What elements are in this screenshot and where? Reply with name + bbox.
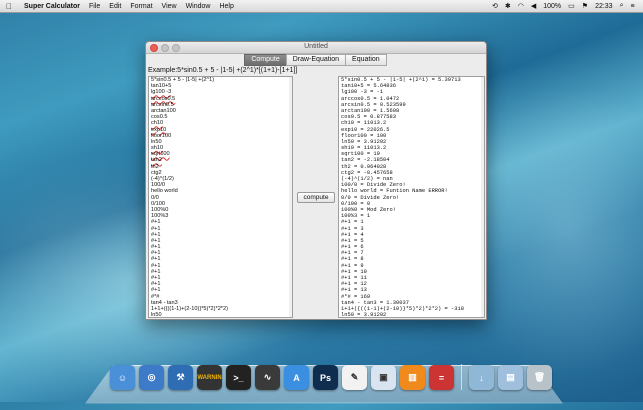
spotlight-icon[interactable]: ⌕ (620, 2, 624, 10)
output-line: ln50 = 3.91202 (341, 312, 387, 318)
dock-trash-icon[interactable]: 🗑 (527, 365, 552, 390)
tab-draw-equation[interactable]: Draw-Equation (285, 54, 347, 66)
window-title: Untitled (304, 43, 328, 50)
dock-separator (461, 364, 462, 390)
wifi-icon[interactable]: ◠ (518, 2, 524, 10)
dock-xcode-icon[interactable]: ⚒ (168, 365, 193, 390)
dock-activity-monitor-icon[interactable]: ∿ (255, 365, 280, 390)
time-machine-icon[interactable]: ⟲ (492, 2, 498, 10)
menu-help[interactable]: Help (219, 3, 233, 10)
dock-ibooks-icon[interactable]: ▥ (400, 365, 425, 390)
menu-file[interactable]: File (89, 3, 100, 10)
clock[interactable]: 22:33 (595, 3, 613, 10)
dock-finder-icon[interactable]: ☺ (110, 365, 135, 390)
dock-textedit-icon[interactable]: ✎ (342, 365, 367, 390)
menu-view[interactable]: View (162, 3, 177, 10)
calculator-window: Untitled Compute Draw-Equation Equation … (145, 41, 487, 320)
dock-super-calculator-icon[interactable]: = (429, 365, 454, 390)
tab-compute[interactable]: Compute (244, 54, 287, 66)
menu-app-name[interactable]: Super Calculator (24, 3, 80, 10)
input-scrollbar[interactable] (289, 77, 292, 317)
dock-downloads-icon[interactable]: ↓ (469, 365, 494, 390)
tab-equation[interactable]: Equation (345, 54, 387, 66)
dock-terminal-icon[interactable]: >_ (226, 365, 251, 390)
menu-window[interactable]: Window (186, 3, 211, 10)
window-titlebar[interactable]: Untitled (146, 42, 486, 54)
dock: ☺ ◎ ⚒ WARNIN >_ ∿ A Ps ✎ ▣ ▥ = ↓ ▤ 🗑 (110, 364, 552, 390)
flag-icon[interactable]: ⚑ (582, 2, 588, 10)
menubar:  Super Calculator File Edit Format View… (0, 0, 643, 13)
apple-menu-icon[interactable]:  (6, 2, 16, 11)
dock-photoshop-icon[interactable]: Ps (313, 365, 338, 390)
battery-icon[interactable]: ▭ (568, 2, 575, 10)
input-text-area[interactable]: 5*sin0.5 + 5 - |1-5| +(2^1) tan10+5 lg100 … (148, 76, 293, 318)
notification-center-icon[interactable]: ≡ (631, 3, 635, 10)
compute-button[interactable]: compute (297, 192, 335, 203)
example-label: Example:5*sin0.5 + 5 - |1-5| +(2^1)*[(1+… (148, 67, 298, 74)
volume-icon[interactable]: ◀ (531, 2, 536, 10)
bluetooth-icon[interactable]: ✱ (505, 2, 511, 10)
dock-console-icon[interactable]: WARNIN (197, 365, 222, 390)
output-scrollbar[interactable] (481, 77, 484, 317)
battery-percent[interactable]: 100% (543, 3, 561, 10)
menu-edit[interactable]: Edit (109, 3, 121, 10)
tab-bar: Compute Draw-Equation Equation (146, 54, 486, 66)
dock-preview-icon[interactable]: ▣ (371, 365, 396, 390)
dock-safari-icon[interactable]: ◎ (139, 365, 164, 390)
output-text-area[interactable]: 5*sin0.5 + 5 - |1-5| +(2^1) = 5.39713 tan… (338, 76, 485, 318)
input-line: ln50 (151, 312, 162, 318)
dock-app-store-icon[interactable]: A (284, 365, 309, 390)
menu-format[interactable]: Format (130, 3, 152, 10)
dock-documents-icon[interactable]: ▤ (498, 365, 523, 390)
